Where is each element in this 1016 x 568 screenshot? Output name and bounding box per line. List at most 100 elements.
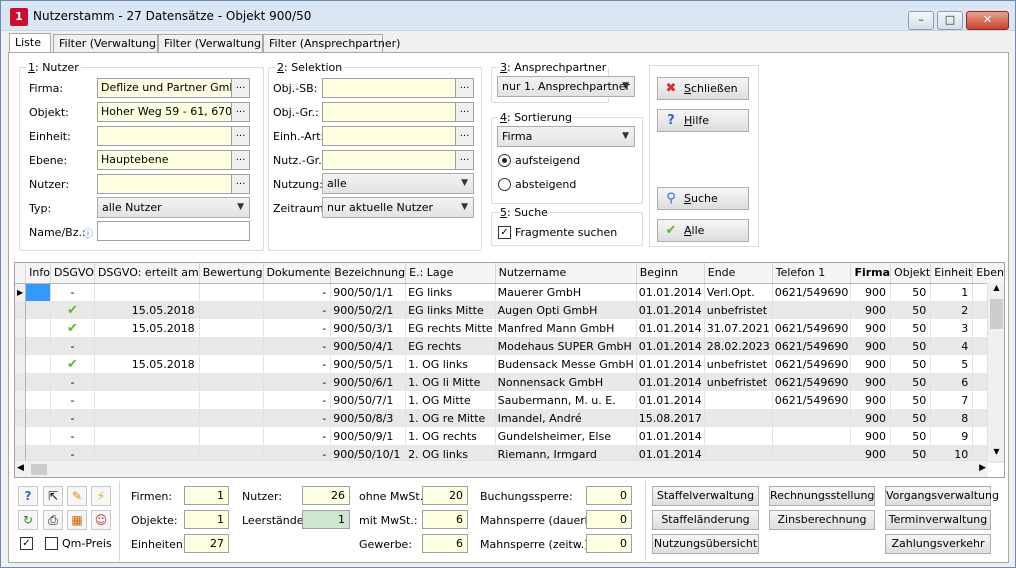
row-header[interactable] <box>15 409 27 427</box>
cell-bez[interactable]: 900/50/7/1 <box>330 391 407 409</box>
cell-dok[interactable]: - <box>263 355 332 373</box>
info-cell[interactable] <box>25 355 51 373</box>
cell-beginn[interactable]: 01.01.2014 <box>636 319 705 337</box>
row-header[interactable] <box>15 301 27 319</box>
table-row[interactable]: - -900/50/6/1 1. OG li Mitte Nonnensack Gmb… <box>15 373 1004 391</box>
cell-lage[interactable]: EG rechts <box>405 337 496 355</box>
cell-firma[interactable]: 900 <box>850 373 892 391</box>
hscroll-thumb[interactable] <box>31 464 47 475</box>
absteigend-radio[interactable] <box>498 178 511 191</box>
cell-lage[interactable]: EG links <box>405 283 496 301</box>
cell-lage[interactable]: 1. OG li Mitte <box>405 373 496 391</box>
zahlungsverkehr-button[interactable]: Zahlungsverkehr <box>885 534 991 554</box>
cell-erteilt[interactable] <box>94 427 200 445</box>
cell-objekt[interactable]: 50 <box>890 427 932 445</box>
cell-einheit[interactable]: 5 <box>930 355 974 373</box>
cell-name[interactable]: Nonnensack GmbH <box>495 373 637 391</box>
grid-horizontal-scrollbar[interactable]: ◀ ▶ <box>15 460 988 477</box>
cell-erteilt[interactable] <box>94 337 200 355</box>
cell-lage[interactable]: 1. OG Mitte <box>405 391 496 409</box>
nutzungsuebersicht-button[interactable]: Nutzungsübersicht <box>652 534 759 554</box>
ebene-browse-button[interactable]: ... <box>231 151 249 169</box>
schliessen-button[interactable]: ✖ Schließen <box>657 77 749 100</box>
printer-icon[interactable]: ⎙ <box>43 510 63 530</box>
help-icon[interactable]: ? <box>18 486 38 506</box>
maximize-button[interactable]: □ <box>937 11 963 30</box>
tab-filter-ansprechpartner[interactable]: Filter (Ansprechpartner) <box>263 34 400 53</box>
cell-tel[interactable] <box>772 301 852 319</box>
tab-liste[interactable]: Liste <box>9 33 51 53</box>
cell-einheit[interactable]: 3 <box>930 319 974 337</box>
cell-lage[interactable]: 1. OG links <box>405 355 496 373</box>
cell-bez[interactable]: 900/50/8/3 <box>330 409 407 427</box>
cell-tel[interactable]: 0621/549690 <box>772 355 852 373</box>
row-header[interactable] <box>15 319 27 337</box>
qm-preis-checkbox[interactable] <box>45 537 58 550</box>
table-row[interactable]: - -900/50/8/3 1. OG re Mitte Imandel, André… <box>15 409 1004 427</box>
cell-dsgvo[interactable]: - <box>50 409 95 427</box>
cell-name[interactable]: Saubermann, M. u. E. <box>495 391 637 409</box>
objsb-browse-button[interactable]: ... <box>455 79 473 97</box>
column-header[interactable]: Bewertung <box>199 263 264 284</box>
cell-ende[interactable]: unbefristet <box>704 373 773 391</box>
cell-objekt[interactable]: 50 <box>890 355 932 373</box>
nutzer-field[interactable]: ... <box>97 174 250 194</box>
cell-bez[interactable]: 900/50/3/1 <box>330 319 407 337</box>
cell-beginn[interactable]: 01.01.2014 <box>636 355 705 373</box>
einheit-browse-button[interactable]: ... <box>231 127 249 145</box>
cell-tel[interactable]: 0621/549690 <box>772 319 852 337</box>
cell-tel[interactable]: 0621/549690 <box>772 337 852 355</box>
cell-erteilt[interactable]: 15.05.2018 <box>94 355 200 373</box>
cell-lage[interactable]: EG rechts Mitte <box>405 319 496 337</box>
table-row[interactable]: ✔ 15.05.2018 -900/50/3/1 EG rechts Mitte Man… <box>15 319 1004 337</box>
cell-name[interactable]: Modehaus SUPER GmbH <box>495 337 637 355</box>
cell-erteilt[interactable] <box>94 373 200 391</box>
cell-ende[interactable]: 31.07.2021 <box>704 319 773 337</box>
cell-bew[interactable] <box>199 301 264 319</box>
cell-firma[interactable]: 900 <box>850 301 892 319</box>
cell-firma[interactable]: 900 <box>850 355 892 373</box>
cell-ende[interactable] <box>704 427 773 445</box>
zinsberechnung-button[interactable]: Zinsberechnung <box>769 510 875 530</box>
cell-bew[interactable] <box>199 319 264 337</box>
einhart-browse-button[interactable]: ... <box>455 127 473 145</box>
cell-dsgvo[interactable]: - <box>50 427 95 445</box>
objgr-field[interactable]: ... <box>322 102 474 122</box>
cell-dok[interactable]: - <box>263 319 332 337</box>
cell-bew[interactable] <box>199 373 264 391</box>
typ-select[interactable]: alle Nutzer ▼ <box>97 197 250 218</box>
cell-dok[interactable]: - <box>263 301 332 319</box>
cell-dok[interactable]: - <box>263 409 332 427</box>
cell-ende[interactable] <box>704 409 773 427</box>
column-header[interactable]: Ebene <box>972 263 1004 284</box>
sortierung-select[interactable]: Firma ▼ <box>497 126 635 147</box>
cell-erteilt[interactable]: 15.05.2018 <box>94 301 200 319</box>
objekt-field[interactable]: Hoher Weg 59 - 61, 67059... <box>97 102 250 122</box>
cell-dok[interactable]: - <box>263 391 332 409</box>
info-cell[interactable] <box>25 427 51 445</box>
objekt-browse-button[interactable]: ... <box>231 103 249 121</box>
einheit-field[interactable]: ... <box>97 126 250 146</box>
close-button[interactable]: ✕ <box>966 11 1009 30</box>
cell-name[interactable]: Mauerer GmbH <box>495 283 637 301</box>
cell-einheit[interactable]: 1 <box>930 283 974 301</box>
staffelverwaltung-button[interactable]: Staffelverwaltung <box>652 486 759 506</box>
scroll-thumb[interactable] <box>990 299 1003 329</box>
cell-beginn[interactable]: 01.01.2014 <box>636 373 705 391</box>
cell-bez[interactable]: 900/50/4/1 <box>330 337 407 355</box>
cell-tel[interactable] <box>772 427 852 445</box>
info-cell[interactable] <box>25 283 51 301</box>
cell-tel[interactable] <box>772 409 852 427</box>
cell-firma[interactable]: 900 <box>850 409 892 427</box>
cell-einheit[interactable]: 9 <box>930 427 974 445</box>
dsgvo-check-icon[interactable]: ✔ <box>50 319 95 337</box>
cell-erteilt[interactable]: 15.05.2018 <box>94 319 200 337</box>
scroll-down-icon[interactable]: ▼ <box>990 447 1003 461</box>
column-header[interactable]: DSGVO <box>50 263 95 284</box>
nutzgr-browse-button[interactable]: ... <box>455 151 473 169</box>
cell-beginn[interactable]: 15.08.2017 <box>636 409 705 427</box>
cell-firma[interactable]: 900 <box>850 391 892 409</box>
table-row[interactable]: ▶ - -900/50/1/1 EG links Mauerer GmbH 01.01.2… <box>15 283 1004 301</box>
cell-beginn[interactable]: 01.01.2014 <box>636 391 705 409</box>
column-header[interactable]: Ende <box>704 263 773 284</box>
